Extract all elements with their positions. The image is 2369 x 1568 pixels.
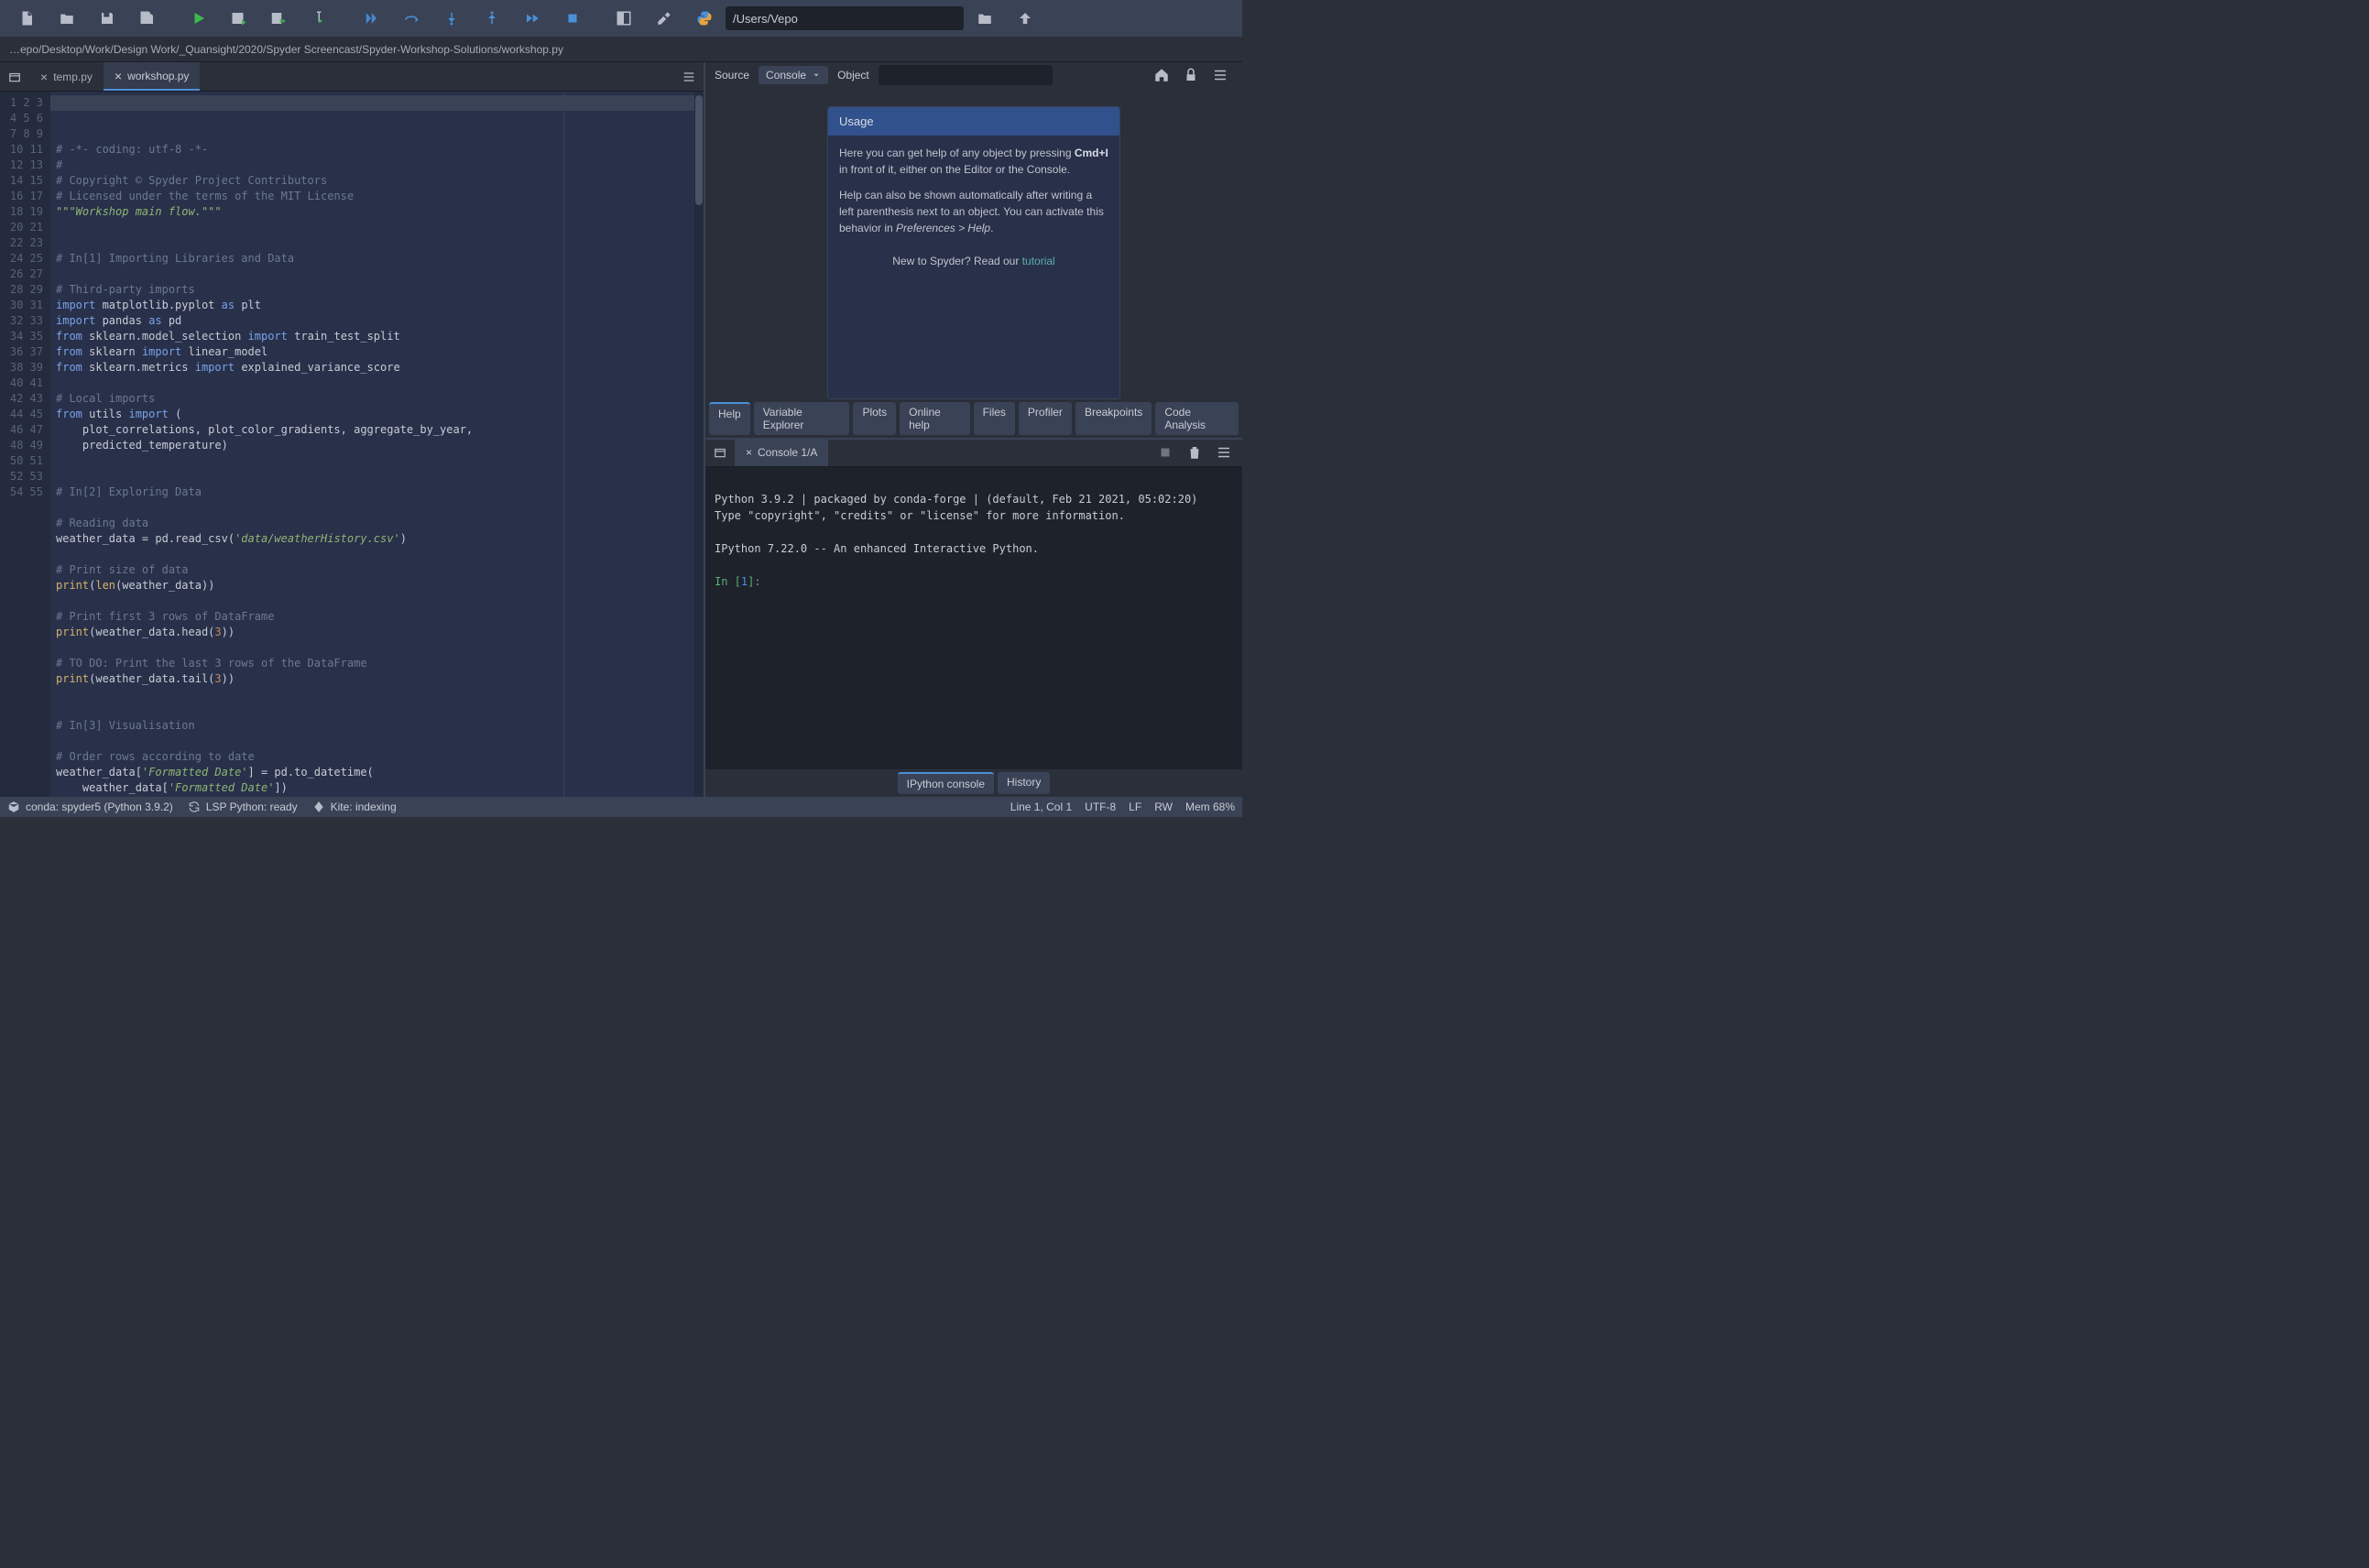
debug-step-over-button[interactable] <box>392 4 431 33</box>
lock-button[interactable] <box>1178 60 1204 90</box>
permissions-status[interactable]: RW <box>1154 800 1173 813</box>
pane-tab-profiler[interactable]: Profiler <box>1019 402 1072 435</box>
object-label: Object <box>837 69 869 82</box>
refresh-icon <box>188 800 201 813</box>
console-options-button[interactable] <box>1211 438 1237 467</box>
debug-step-out-button[interactable] <box>473 4 511 33</box>
editor-tab-workshop[interactable]: × workshop.py <box>104 62 201 91</box>
line-gutter: 1 2 3 4 5 6 7 8 9 10 11 12 13 14 15 16 1… <box>0 92 50 797</box>
help-content: Usage Here you can get help of any objec… <box>705 88 1242 399</box>
working-dir-field[interactable]: /Users/Vepo <box>726 6 964 30</box>
run-cell-advance-button[interactable] <box>260 4 299 33</box>
preferences-button[interactable] <box>645 4 683 33</box>
kite-status[interactable]: Kite: indexing <box>312 800 397 813</box>
help-pane-tabs: HelpVariable ExplorerPlotsOnline helpFil… <box>705 399 1242 438</box>
console-tabs: × Console 1/A <box>705 440 1242 467</box>
breadcrumb: …epo/Desktop/Work/Design Work/_Quansight… <box>0 37 1242 62</box>
object-input[interactable] <box>879 65 1053 85</box>
lsp-status[interactable]: LSP Python: ready <box>188 800 298 813</box>
right-pane: Source Console Object Usage Here you <box>705 62 1242 797</box>
editor-options-button[interactable] <box>674 62 704 91</box>
python-path-button[interactable] <box>685 4 724 33</box>
pane-tab-online-help[interactable]: Online help <box>900 402 969 435</box>
editor-tabs: × temp.py × workshop.py <box>0 62 704 92</box>
statusbar: conda: spyder5 (Python 3.9.2) LSP Python… <box>0 797 1242 817</box>
cursor-position-status[interactable]: Line 1, Col 1 <box>1010 800 1072 813</box>
eol-status[interactable]: LF <box>1129 800 1141 813</box>
open-file-button[interactable] <box>48 4 86 33</box>
run-selection-button[interactable] <box>300 4 339 33</box>
help-usage-card: Usage Here you can get help of any objec… <box>827 106 1120 399</box>
editor-body[interactable]: 1 2 3 4 5 6 7 8 9 10 11 12 13 14 15 16 1… <box>0 92 704 797</box>
code-area[interactable]: # -*- coding: utf-8 -*- # # Copyright © … <box>50 92 694 797</box>
kite-icon <box>312 800 325 813</box>
source-label: Source <box>715 69 749 82</box>
console-pane: × Console 1/A Python 3.9.2 | packaged by… <box>705 438 1242 797</box>
console-tab-label: Console 1/A <box>758 446 817 459</box>
debug-button[interactable] <box>352 4 390 33</box>
close-icon[interactable]: × <box>115 69 122 83</box>
home-button[interactable] <box>1149 60 1174 90</box>
help-card-footer: New to Spyder? Read our tutorial <box>828 245 1119 277</box>
chevron-down-icon <box>812 71 821 80</box>
console-bottom-tab-history[interactable]: History <box>998 772 1050 794</box>
pane-tab-code-analysis[interactable]: Code Analysis <box>1155 402 1239 435</box>
browse-tabs-button[interactable] <box>0 62 29 91</box>
help-options-button[interactable] <box>1207 60 1233 90</box>
debug-stop-button[interactable] <box>553 4 592 33</box>
memory-status[interactable]: Mem 68% <box>1185 800 1235 813</box>
debug-continue-button[interactable] <box>513 4 551 33</box>
pane-tab-help[interactable]: Help <box>709 402 750 435</box>
pane-tab-plots[interactable]: Plots <box>853 402 896 435</box>
console-bottom-tabs: IPython consoleHistory <box>705 769 1242 797</box>
run-cell-button[interactable] <box>220 4 258 33</box>
browse-dir-button[interactable] <box>966 4 1004 33</box>
tab-label: temp.py <box>53 71 93 83</box>
debug-step-into-button[interactable] <box>432 4 471 33</box>
console-output[interactable]: Python 3.9.2 | packaged by conda-forge |… <box>705 467 1242 769</box>
console-tab[interactable]: × Console 1/A <box>735 440 828 466</box>
conda-env-status[interactable]: conda: spyder5 (Python 3.9.2) <box>7 800 173 813</box>
browse-console-tabs-button[interactable] <box>705 440 735 466</box>
save-all-button[interactable] <box>128 4 167 33</box>
remove-console-button[interactable] <box>1182 438 1207 467</box>
tab-label: workshop.py <box>127 70 189 82</box>
help-card-body: Here you can get help of any object by p… <box>828 136 1119 245</box>
editor-scrollbar[interactable] <box>694 92 704 797</box>
pane-tab-files[interactable]: Files <box>974 402 1015 435</box>
console-bottom-tab-ipython-console[interactable]: IPython console <box>898 772 994 794</box>
interrupt-kernel-button[interactable] <box>1152 438 1178 467</box>
encoding-status[interactable]: UTF-8 <box>1085 800 1116 813</box>
editor-pane: × temp.py × workshop.py 1 2 3 4 5 6 7 8 … <box>0 62 705 797</box>
save-button[interactable] <box>88 4 126 33</box>
source-dropdown[interactable]: Console <box>759 66 828 84</box>
cube-icon <box>7 800 20 813</box>
run-button[interactable] <box>180 4 218 33</box>
new-file-button[interactable] <box>7 4 46 33</box>
close-icon[interactable]: × <box>40 70 48 84</box>
main-toolbar: /Users/Vepo <box>0 0 1242 37</box>
parent-dir-button[interactable] <box>1006 4 1044 33</box>
source-value: Console <box>766 69 806 82</box>
tutorial-link[interactable]: tutorial <box>1022 255 1055 267</box>
editor-tab-temp[interactable]: × temp.py <box>29 62 104 91</box>
help-toolbar: Source Console Object <box>705 62 1242 88</box>
help-card-title: Usage <box>828 107 1119 136</box>
pane-tab-breakpoints[interactable]: Breakpoints <box>1075 402 1152 435</box>
close-icon[interactable]: × <box>746 446 752 459</box>
pane-tab-variable-explorer[interactable]: Variable Explorer <box>754 402 850 435</box>
maximize-pane-button[interactable] <box>605 4 643 33</box>
